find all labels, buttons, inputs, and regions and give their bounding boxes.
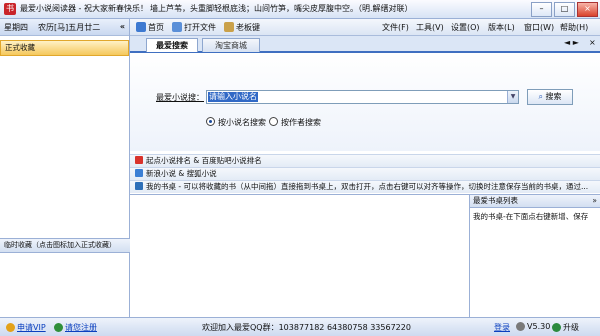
title-bar: 书 最爱小说阅读器 - 祝大家新春快乐！ 墙上芦苇，头重脚轻根底浅；山间竹笋，嘴… <box>0 0 600 19</box>
maximize-button[interactable]: □ <box>554 2 575 17</box>
tab-nav-arrows[interactable]: ◄ ► <box>564 38 579 47</box>
radio-search-by-name[interactable]: 按小说名搜索 <box>206 117 266 128</box>
radio-search-by-author[interactable]: 按作者搜索 <box>269 117 321 128</box>
app-logo-icon: 书 <box>4 3 16 15</box>
home-icon <box>136 22 146 32</box>
menu-tools[interactable]: 工具(V) <box>416 22 444 33</box>
lunar-date-label: 农历[马]五月廿二 <box>38 23 101 32</box>
ranking-icon <box>135 156 143 164</box>
tab-bar: 最爱搜索 淘宝商城 ◄ ► × <box>130 36 600 53</box>
home-button[interactable]: 首页 <box>136 22 164 33</box>
boss-key-icon <box>224 22 234 32</box>
app-title: 最爱小说阅读器 - 祝大家新春快乐！ <box>20 4 148 13</box>
link-row-sina-sohu[interactable]: 新浪小说 & 搜狐小说 <box>130 167 600 180</box>
desk-area[interactable]: 最爱书桌列表 » 我的书桌-在下面点右键新增、保存 <box>130 194 600 318</box>
minimize-button[interactable]: – <box>531 2 552 17</box>
radio-checked-icon <box>206 117 215 126</box>
collapse-desk-list-button[interactable]: » <box>592 195 597 207</box>
search-button[interactable]: ⌕ 搜索 <box>527 89 573 105</box>
toolbar: 首页 打开文件 老板键 文件(F) 工具(V) 设置(O) 版本(L) 窗口(W… <box>130 19 600 36</box>
date-bar: 星期四 农历[马]五月廿二 « <box>0 19 129 36</box>
vip-icon <box>6 323 15 332</box>
boss-key-button[interactable]: 老板键 <box>224 22 260 33</box>
menu-file[interactable]: 文件(F) <box>382 22 409 33</box>
desk-list-item[interactable]: 我的书桌-在下面点右键新增、保存 <box>470 208 600 225</box>
upgrade-icon <box>552 323 561 332</box>
desk-list-header: 最爱书桌列表 » <box>470 195 600 208</box>
link-row-my-desk[interactable]: 我的书桌 - 可以将收藏的书（从中间拖）直接拖到书桌上，双击打开，点击右键可以对… <box>130 180 600 193</box>
gear-icon <box>516 322 525 331</box>
search-input[interactable]: 请输入小说名 ▼ <box>206 90 519 104</box>
collapse-sidebar-button[interactable]: « <box>120 22 125 31</box>
favorites-folder[interactable]: 正式收藏 <box>0 40 129 56</box>
dropdown-arrow-icon[interactable]: ▼ <box>507 91 518 103</box>
search-label: 最爱小说搜： <box>156 93 204 102</box>
desk-list-panel: 最爱书桌列表 » 我的书桌-在下面点右键新增、保存 <box>469 195 600 318</box>
close-button[interactable]: × <box>577 2 598 17</box>
radio-unchecked-icon <box>269 117 278 126</box>
binoculars-icon: ⌕ <box>538 92 546 101</box>
search-input-value: 请输入小说名 <box>208 92 258 102</box>
version-label: V5.30 <box>516 322 550 331</box>
menu-settings[interactable]: 设置(O) <box>451 22 480 33</box>
status-bar: 申请VIP 请您注册 欢迎加入最爱QQ群：103877182 64380758 … <box>0 317 600 336</box>
open-file-button[interactable]: 打开文件 <box>172 22 216 33</box>
scrolling-couplet: 墙上芦苇，头重脚轻根底浅；山间竹笋，嘴尖皮厚腹中空。（明.解缙对联） <box>150 4 413 13</box>
weekday-label: 星期四 <box>4 23 28 32</box>
upgrade-button[interactable]: 升级 <box>552 322 579 333</box>
search-panel: 最爱小说搜： 请输入小说名 ▼ ⌕ 搜索 按小说名搜索 按作者搜索 <box>130 53 600 151</box>
user-icon <box>54 323 63 332</box>
app-window: 书 最爱小说阅读器 - 祝大家新春快乐！ 墙上芦苇，头重脚轻根底浅；山间竹笋，嘴… <box>0 0 600 336</box>
tab-taobao-mall[interactable]: 淘宝商城 <box>202 38 260 52</box>
register-prompt-link[interactable]: 请您注册 <box>54 322 97 333</box>
sidebar: 星期四 农历[马]五月廿二 « 正式收藏 临时收藏（点击图标加入正式收藏） <box>0 19 132 317</box>
menu-version[interactable]: 版本(L) <box>488 22 515 33</box>
globe-icon <box>135 169 143 177</box>
desk-icon <box>135 182 143 190</box>
link-row-rankings[interactable]: 起点小说排名 & 百度贴吧小说排名 <box>130 154 600 167</box>
temp-favorites-bar[interactable]: 临时收藏（点击图标加入正式收藏） <box>0 238 132 253</box>
close-tab-button[interactable]: × <box>589 38 596 47</box>
open-file-icon <box>172 22 182 32</box>
menu-help[interactable]: 帮助(H) <box>560 22 588 33</box>
window-controls: – □ × <box>531 2 598 17</box>
menu-window[interactable]: 窗口(W) <box>524 22 554 33</box>
login-link[interactable]: 登录 <box>494 322 510 333</box>
qq-group-text: 欢迎加入最爱QQ群：103877182 64380758 33567220 <box>202 323 411 332</box>
apply-vip-link[interactable]: 申请VIP <box>6 322 46 333</box>
tab-favorite-search[interactable]: 最爱搜索 <box>146 38 198 52</box>
